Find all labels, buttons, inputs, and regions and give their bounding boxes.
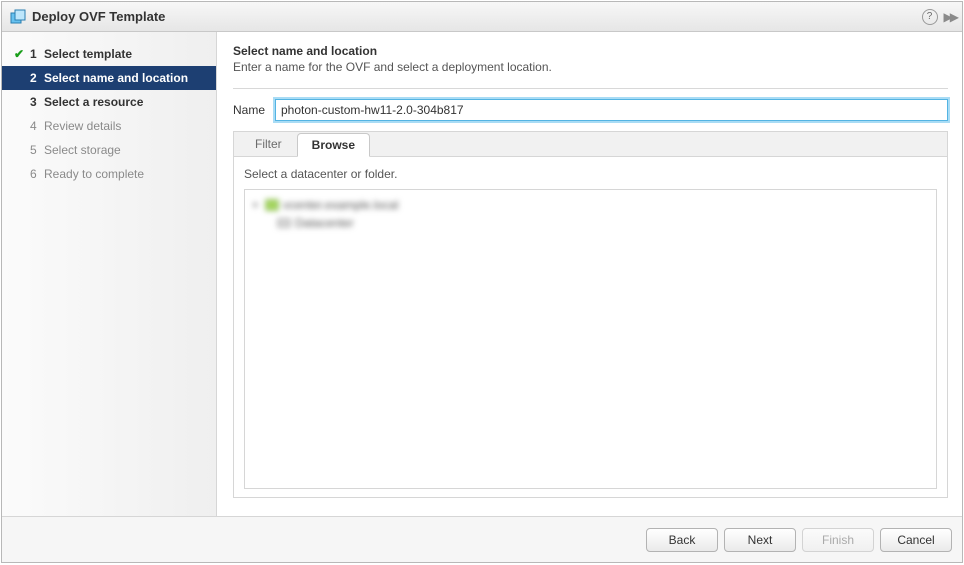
next-button[interactable]: Next	[724, 528, 796, 552]
divider	[233, 88, 948, 89]
cancel-button[interactable]: Cancel	[880, 528, 952, 552]
tab-filter[interactable]: Filter	[240, 132, 297, 156]
titlebar-right: ? ▶▶	[922, 2, 956, 31]
tree-node-label: vcenter.example.local	[283, 198, 398, 212]
vcenter-icon	[265, 198, 279, 212]
help-icon[interactable]: ?	[922, 9, 938, 25]
ovf-template-icon	[10, 9, 26, 25]
step-number: 5	[30, 143, 44, 157]
body: ✔ 1 Select template ✔ 2 Select name and …	[2, 32, 962, 516]
step-number: 3	[30, 95, 44, 109]
wizard-steps-sidebar: ✔ 1 Select template ✔ 2 Select name and …	[2, 32, 217, 516]
location-tree[interactable]: ▾ vcenter.example.local Datacenter	[244, 189, 937, 489]
step-select-name-location[interactable]: ✔ 2 Select name and location	[2, 66, 216, 90]
step-number: 6	[30, 167, 44, 181]
browse-panel: Select a datacenter or folder. ▾ vcenter…	[233, 157, 948, 498]
step-label: Select template	[44, 47, 132, 61]
wizard-footer: Back Next Finish Cancel	[2, 516, 962, 562]
step-label: Ready to complete	[44, 167, 144, 181]
checkmark-icon: ✔	[12, 47, 26, 61]
step-number: 1	[30, 47, 44, 61]
step-select-template[interactable]: ✔ 1 Select template	[2, 42, 216, 66]
back-button[interactable]: Back	[646, 528, 718, 552]
step-label: Select a resource	[44, 95, 143, 109]
step-select-storage: ✔ 5 Select storage	[2, 138, 216, 162]
datacenter-icon	[277, 216, 291, 230]
wizard-page-content: Select name and location Enter a name fo…	[217, 32, 962, 516]
step-number: 2	[30, 71, 44, 85]
step-label: Select storage	[44, 143, 121, 157]
finish-button: Finish	[802, 528, 874, 552]
tree-collapse-icon[interactable]: ▾	[253, 200, 261, 211]
titlebar: Deploy OVF Template ? ▶▶	[2, 2, 962, 32]
step-ready-complete: ✔ 6 Ready to complete	[2, 162, 216, 186]
dialog-title: Deploy OVF Template	[32, 9, 165, 24]
name-row: Name	[233, 99, 948, 121]
step-label: Review details	[44, 119, 121, 133]
tree-node-root[interactable]: ▾ vcenter.example.local	[253, 196, 928, 214]
step-label: Select name and location	[44, 71, 188, 85]
step-number: 4	[30, 119, 44, 133]
browse-instruction: Select a datacenter or folder.	[244, 167, 937, 181]
step-review-details: ✔ 4 Review details	[2, 114, 216, 138]
tab-browse[interactable]: Browse	[297, 133, 370, 157]
tree-node-datacenter[interactable]: Datacenter	[253, 214, 928, 232]
name-label: Name	[233, 103, 275, 117]
location-tabs: Filter Browse	[233, 131, 948, 157]
page-subtitle: Enter a name for the OVF and select a de…	[233, 60, 948, 74]
step-select-resource[interactable]: ✔ 3 Select a resource	[2, 90, 216, 114]
expand-icon[interactable]: ▶▶	[944, 10, 956, 24]
name-input[interactable]	[275, 99, 948, 121]
page-heading: Select name and location	[233, 44, 948, 58]
tree-node-label: Datacenter	[295, 216, 354, 230]
dialog-frame: Deploy OVF Template ? ▶▶ ✔ 1 Select temp…	[1, 1, 963, 563]
